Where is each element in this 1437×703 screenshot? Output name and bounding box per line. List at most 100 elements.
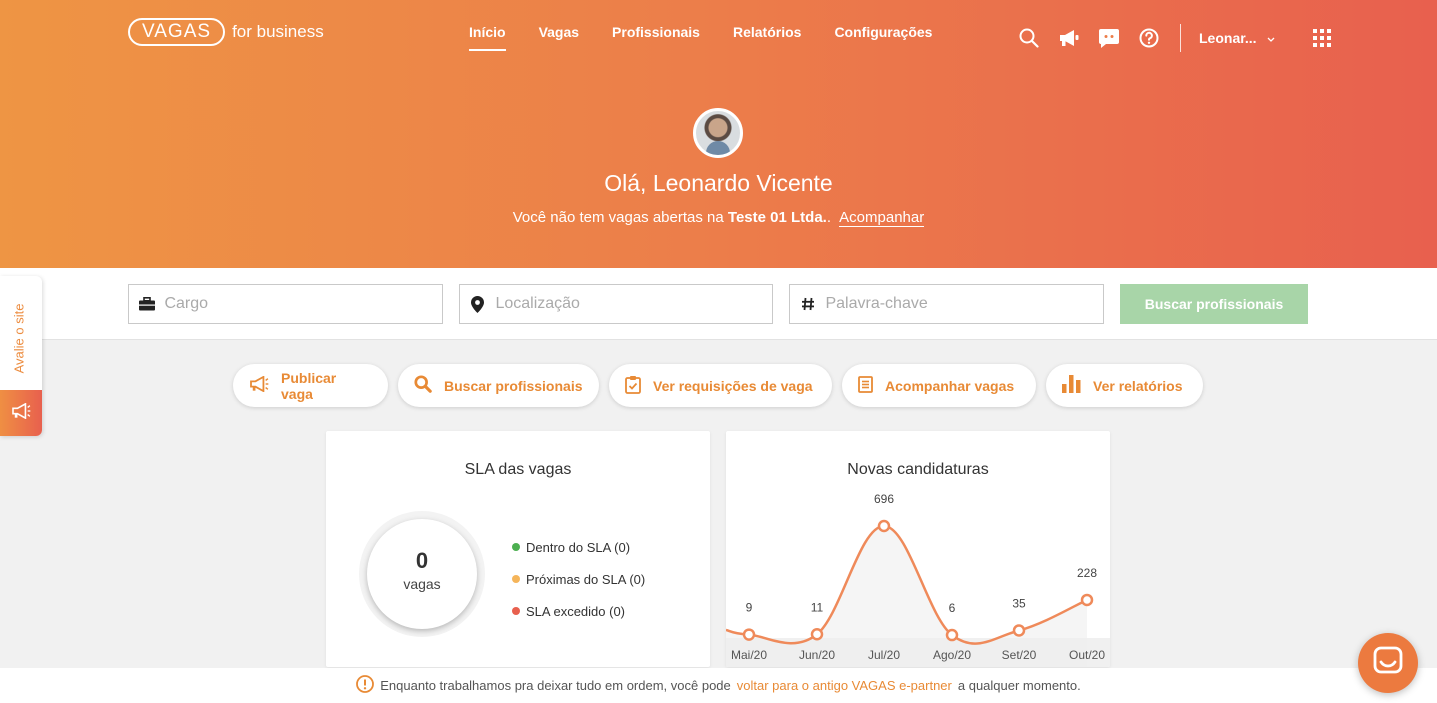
old-epartner-link[interactable]: voltar para o antigo VAGAS e-partner xyxy=(737,678,952,693)
hashtag-icon xyxy=(790,297,825,311)
clipboard-check-icon xyxy=(625,375,641,397)
search-bar: Buscar profissionais xyxy=(0,268,1437,340)
chat-launcher-button[interactable] xyxy=(1358,633,1418,693)
sla-card: SLA das vagas 0 vagas Dentro do SLA (0) … xyxy=(326,431,710,667)
feedback-tab[interactable]: Avalie o site xyxy=(0,276,42,436)
data-point xyxy=(945,628,959,642)
acompanhar-link[interactable]: Acompanhar xyxy=(839,209,925,227)
chat-launcher-icon xyxy=(1373,646,1403,681)
nav-inicio[interactable]: Início xyxy=(469,24,506,51)
hero-banner: VAGAS for business Início Vagas Profissi… xyxy=(0,0,1437,268)
sla-title: SLA das vagas xyxy=(464,461,572,478)
user-name: Leonar... xyxy=(1199,30,1257,46)
sla-unit: vagas xyxy=(403,576,441,592)
footer-notice: Enquanto trabalhamos pra deixar tudo em … xyxy=(0,668,1437,703)
publicar-vaga-button[interactable]: Publicar vaga xyxy=(233,364,388,407)
palavra-chave-field[interactable] xyxy=(789,284,1104,324)
chat-bubble-icon[interactable] xyxy=(1098,27,1120,49)
localizacao-input[interactable] xyxy=(495,295,772,313)
legend-label: Próximas do SLA (0) xyxy=(526,571,646,587)
sla-donut: 0 vagas xyxy=(367,519,477,629)
chevron-down-icon xyxy=(1267,30,1275,46)
nav-profissionais[interactable]: Profissionais xyxy=(612,24,700,51)
apps-grid-icon[interactable] xyxy=(1311,27,1333,49)
data-label: 35 xyxy=(1012,596,1026,610)
main-nav: Início Vagas Profissionais Relatórios Co… xyxy=(469,24,932,51)
x-tick-label: Set/20 xyxy=(1002,648,1037,662)
briefcase-icon xyxy=(129,297,164,311)
logo-main: VAGAS xyxy=(128,18,226,46)
data-point xyxy=(1012,624,1026,637)
legend-dot-yellow xyxy=(512,575,520,583)
data-label: 6 xyxy=(949,601,956,615)
document-list-icon xyxy=(858,375,873,396)
help-icon[interactable] xyxy=(1138,27,1160,49)
location-pin-icon xyxy=(460,295,495,313)
header-actions: Leonar... xyxy=(1018,24,1333,52)
feedback-label: Avalie o site xyxy=(11,303,27,373)
ver-relatorios-label: Ver relatórios xyxy=(1093,377,1183,394)
megaphone-icon xyxy=(11,402,31,424)
sla-legend: Dentro do SLA (0) Próximas do SLA (0) SL… xyxy=(512,531,645,627)
legend-item: SLA excedido (0) xyxy=(512,595,645,627)
logo-sub: for business xyxy=(232,22,324,41)
user-menu[interactable]: Leonar... xyxy=(1199,30,1275,46)
feedback-label-wrap: Avalie o site xyxy=(4,288,34,388)
vagas-logo[interactable]: VAGAS for business xyxy=(128,18,324,46)
ver-requisicoes-button[interactable]: Ver requisições de vaga xyxy=(609,364,832,407)
x-tick-label: Ago/20 xyxy=(933,648,971,662)
x-tick-label: Mai/20 xyxy=(731,648,767,662)
data-label: 11 xyxy=(811,600,824,614)
header-divider xyxy=(1180,24,1181,52)
megaphone-icon[interactable] xyxy=(1058,27,1080,49)
data-point xyxy=(742,628,756,641)
x-tick-label: Jun/20 xyxy=(799,648,835,662)
acompanhar-vagas-button[interactable]: Acompanhar vagas xyxy=(842,364,1036,407)
legend-item: Dentro do SLA (0) xyxy=(512,531,645,563)
hero-subline: Você não tem vagas abertas na Teste 01 L… xyxy=(0,209,1437,227)
company-name: Teste 01 Ltda. xyxy=(727,209,827,226)
ver-requisicoes-label: Ver requisições de vaga xyxy=(653,377,813,394)
bar-chart-icon xyxy=(1062,375,1081,396)
localizacao-field[interactable] xyxy=(459,284,773,324)
legend-dot-red xyxy=(512,607,520,615)
nav-configuracoes[interactable]: Configurações xyxy=(834,24,932,51)
megaphone-icon xyxy=(249,375,269,395)
subline-suffix: . xyxy=(826,209,831,226)
data-point xyxy=(877,519,891,533)
x-tick-label: Out/20 xyxy=(1069,648,1105,662)
palavra-chave-input[interactable] xyxy=(825,295,1103,313)
data-label: 228 xyxy=(1077,566,1097,580)
publicar-vaga-label: Publicar vaga xyxy=(281,369,337,402)
nav-vagas[interactable]: Vagas xyxy=(539,24,579,51)
buscar-profissionais-action[interactable]: Buscar profissionais xyxy=(398,364,599,407)
search-icon[interactable] xyxy=(1018,27,1040,49)
x-tick-label: Jul/20 xyxy=(868,648,900,662)
candidaturas-card: Novas candidaturas 9 Mai/20 11 Jun/20 696 Jul… xyxy=(726,431,1110,667)
legend-item: Próximas do SLA (0) xyxy=(512,563,645,595)
search-icon xyxy=(414,375,432,396)
buscar-profissionais-label: Buscar profissionais xyxy=(444,377,583,394)
acompanhar-vagas-label: Acompanhar vagas xyxy=(885,377,1015,394)
data-label: 9 xyxy=(746,601,753,615)
avatar[interactable] xyxy=(693,108,743,158)
buscar-profissionais-button[interactable]: Buscar profissionais xyxy=(1120,284,1308,324)
cargo-field[interactable] xyxy=(128,284,443,324)
footer-prefix: Enquanto trabalhamos pra deixar tudo em … xyxy=(380,678,731,693)
legend-label: SLA excedido (0) xyxy=(526,603,626,619)
page-title: Olá, Leonardo Vicente xyxy=(604,170,833,196)
nav-relatorios[interactable]: Relatórios xyxy=(733,24,801,51)
subline-prefix: Você não tem vagas abertas na xyxy=(512,209,724,226)
ver-relatorios-button[interactable]: Ver relatórios xyxy=(1046,364,1203,407)
footer-suffix: a qualquer momento. xyxy=(957,678,1081,693)
feedback-button[interactable] xyxy=(0,390,42,436)
legend-dot-green xyxy=(512,543,520,551)
data-point xyxy=(810,628,824,641)
data-label: 696 xyxy=(874,492,894,506)
warning-icon xyxy=(356,675,375,696)
data-point xyxy=(1080,593,1094,607)
candidaturas-line-chart: 9 Mai/20 11 Jun/20 696 Jul/20 6 Ago/20 35 Set/20 2… xyxy=(726,492,1110,667)
cargo-input[interactable] xyxy=(164,295,442,313)
legend-label: Dentro do SLA (0) xyxy=(526,539,631,555)
sla-count: 0 xyxy=(415,548,429,573)
